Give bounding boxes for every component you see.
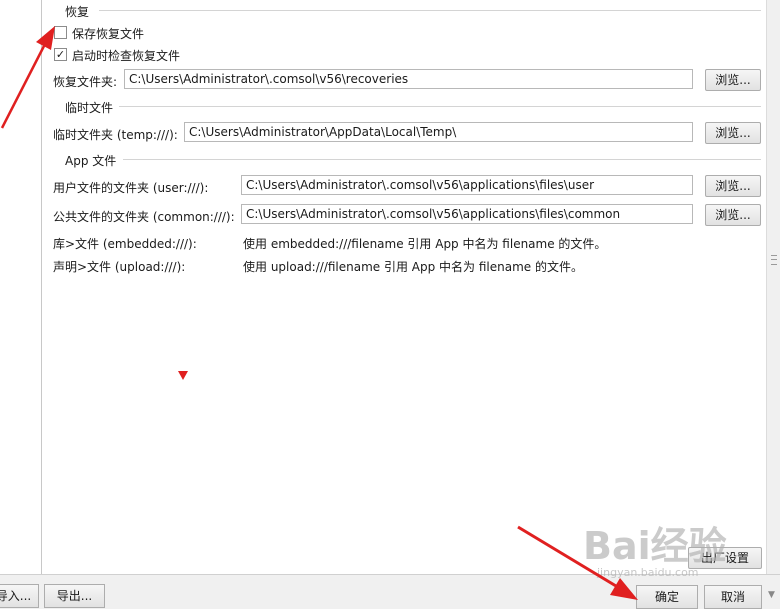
- dropdown-chevron-icon[interactable]: ▼: [768, 590, 775, 600]
- temp-folder-field[interactable]: C:\Users\Administrator\AppData\Local\Tem…: [184, 122, 693, 142]
- section-app-files-title: App 文件: [51, 154, 121, 168]
- common-folder-field[interactable]: C:\Users\Administrator\.comsol\v56\appli…: [241, 204, 693, 224]
- save-recovery-label[interactable]: 保存恢复文件: [72, 25, 144, 42]
- recovery-folder-field[interactable]: C:\Users\Administrator\.comsol\v56\recov…: [124, 69, 693, 89]
- save-recovery-checkbox[interactable]: [54, 26, 67, 39]
- checkmark-icon: ✓: [55, 48, 66, 61]
- temp-folder-label: 临时文件夹 (temp:///):: [53, 128, 178, 142]
- red-triangle-marker-icon: [178, 371, 188, 380]
- section-recovery-title: 恢复: [51, 5, 94, 19]
- user-folder-label: 用户文件的文件夹 (user:///):: [53, 181, 209, 195]
- user-folder-field[interactable]: C:\Users\Administrator\.comsol\v56\appli…: [241, 175, 693, 195]
- cancel-button[interactable]: 取消: [704, 585, 762, 609]
- ok-button[interactable]: 确定: [636, 585, 698, 609]
- section-temp: 临时文件: [51, 99, 761, 115]
- baidu-watermark-url: jingyan.baidu.com: [597, 566, 699, 579]
- recovery-folder-label: 恢复文件夹:: [53, 75, 118, 89]
- export-button[interactable]: 导出...: [44, 584, 105, 608]
- check-on-start-checkbox[interactable]: ✓: [54, 48, 67, 61]
- import-button[interactable]: 导入...: [0, 584, 39, 608]
- baidu-watermark-logo: Bai经验: [583, 524, 727, 568]
- upload-description: 使用 upload:///filename 引用 App 中名为 filenam…: [243, 260, 583, 274]
- section-temp-title: 临时文件: [51, 101, 118, 115]
- embedded-description: 使用 embedded:///filename 引用 App 中名为 filen…: [243, 237, 607, 251]
- section-recovery: 恢复: [51, 3, 761, 19]
- temp-browse-button[interactable]: 浏览...: [705, 122, 761, 144]
- scrollbar-grip-icon[interactable]: [771, 255, 777, 265]
- embedded-label: 库>文件 (embedded:///):: [53, 237, 197, 251]
- user-browse-button[interactable]: 浏览...: [705, 175, 761, 197]
- upload-label: 声明>文件 (upload:///):: [53, 260, 186, 274]
- vertical-scrollbar[interactable]: [766, 0, 780, 574]
- section-app-files: App 文件: [51, 152, 761, 168]
- common-browse-button[interactable]: 浏览...: [705, 204, 761, 226]
- settings-tree-pane: [0, 0, 42, 574]
- common-folder-label: 公共文件的文件夹 (common:///):: [53, 210, 235, 224]
- recovery-browse-button[interactable]: 浏览...: [705, 69, 761, 91]
- check-on-start-label[interactable]: 启动时检查恢复文件: [72, 47, 180, 64]
